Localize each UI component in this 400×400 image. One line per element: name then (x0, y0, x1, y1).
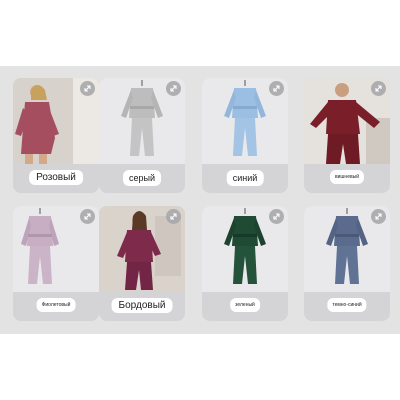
variant-card-green[interactable]: зеленый (202, 206, 288, 321)
expand-icon[interactable] (80, 81, 95, 96)
variant-label: вишневый (329, 170, 365, 184)
variant-label: Бордовый (111, 298, 173, 313)
variant-card-blue[interactable]: синий (202, 78, 288, 193)
variant-card-navy[interactable]: темно-синий (304, 206, 390, 321)
variant-card-gray[interactable]: серый (99, 78, 185, 193)
variant-label: синий (226, 170, 264, 186)
variant-card-burgundy[interactable]: Бордовый (99, 206, 185, 321)
variant-label: Фиолетовый (36, 298, 76, 312)
color-variants-panel: Розовый серый синий вишневый Фиолетовый … (0, 66, 400, 334)
variant-card-violet[interactable]: Фиолетовый (13, 206, 99, 321)
variant-card-cherry[interactable]: вишневый (304, 78, 390, 193)
expand-icon[interactable] (269, 81, 284, 96)
expand-icon[interactable] (166, 81, 181, 96)
variant-label: Розовый (29, 170, 83, 185)
expand-icon[interactable] (269, 209, 284, 224)
expand-icon[interactable] (371, 81, 386, 96)
variant-label: зеленый (230, 298, 260, 312)
variant-card-pink[interactable]: Розовый (13, 78, 99, 193)
variant-label: темно-синий (327, 298, 367, 312)
expand-icon[interactable] (371, 209, 386, 224)
variant-label: серый (122, 170, 162, 186)
expand-icon[interactable] (80, 209, 95, 224)
expand-icon[interactable] (166, 209, 181, 224)
